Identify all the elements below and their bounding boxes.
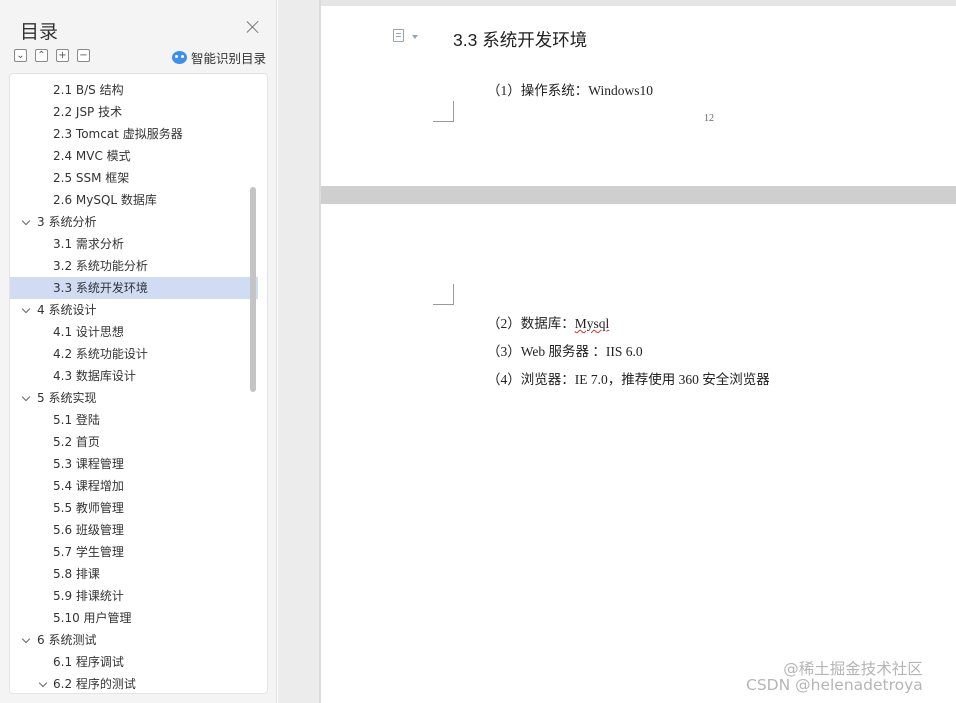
toc-item-label: 5.1 登陆 bbox=[53, 413, 100, 427]
close-icon[interactable] bbox=[246, 20, 260, 34]
toc-item-label: 2.4 MVC 模式 bbox=[53, 149, 131, 163]
toc-item[interactable]: 3 系统分析 bbox=[10, 211, 258, 233]
toc-item[interactable]: 5.3 课程管理 bbox=[10, 453, 258, 475]
toc-item[interactable]: 6 系统测试 bbox=[10, 629, 258, 651]
toc-item-label: 2.6 MySQL 数据库 bbox=[53, 193, 157, 207]
toc-item-label: 5.4 课程增加 bbox=[53, 479, 124, 493]
chevron-down-icon[interactable] bbox=[21, 304, 31, 314]
toc-item[interactable]: 4.2 系统功能设计 bbox=[10, 343, 258, 365]
toc-item[interactable]: 6.1 程序调试 bbox=[10, 651, 258, 673]
os-paragraph: （1）操作系统：Windows10 bbox=[487, 83, 653, 98]
toc-item[interactable]: 4.3 数据库设计 bbox=[10, 365, 258, 387]
toc-item[interactable]: 5.7 学生管理 bbox=[10, 541, 258, 563]
toc-item-label: 2.2 JSP 技术 bbox=[53, 105, 123, 119]
toc-item-label: 5.5 教师管理 bbox=[53, 501, 124, 515]
toc-item[interactable]: 5.4 课程增加 bbox=[10, 475, 258, 497]
toc-item-label: 4.2 系统功能设计 bbox=[53, 347, 148, 361]
toc-panel: 2.1 B/S 结构 2.2 JSP 技术 2.3 Tomcat 虚拟服务器 2.4 … bbox=[9, 73, 268, 694]
toc-item-label: 3.3 系统开发环境 bbox=[53, 281, 148, 295]
toc-item-label: 6.2 程序的测试 bbox=[53, 677, 136, 691]
collapse-all-icon[interactable]: ⌄ bbox=[14, 49, 27, 62]
remove-entry-icon[interactable]: − bbox=[77, 49, 90, 62]
toc-item-label: 5.2 首页 bbox=[53, 435, 100, 449]
page-number: 12 bbox=[704, 113, 714, 124]
page-break bbox=[321, 186, 956, 204]
toc-item[interactable]: 2.2 JSP 技术 bbox=[10, 101, 258, 123]
document-page-13: （2）数据库：Mysql （3）Web 服务器 ：IIS 6.0 （4）浏览器：… bbox=[321, 204, 956, 703]
toc-item[interactable]: 2.1 B/S 结构 bbox=[10, 79, 258, 101]
toc-item[interactable]: 5.9 排课统计 bbox=[10, 585, 258, 607]
toc-toolbar: ⌄ ⌃ + − bbox=[14, 49, 90, 62]
smart-toc-icon bbox=[172, 51, 187, 64]
section-heading: 3.3 系统开发环境 bbox=[453, 30, 588, 50]
toc-item[interactable]: 5.2 首页 bbox=[10, 431, 258, 453]
document-page-12: 3.3 系统开发环境 （1）操作系统：Windows10 12 bbox=[321, 6, 956, 186]
database-label: （2）数据库： bbox=[487, 316, 575, 331]
toc-item-label: 3 系统分析 bbox=[37, 215, 97, 229]
toc-item-label: 4 系统设计 bbox=[37, 303, 97, 317]
toc-item-label: 5.3 课程管理 bbox=[53, 457, 124, 471]
watermark-line-1: @稀土掘金技术社区 bbox=[783, 660, 923, 678]
smart-toc-button[interactable]: 智能识别目录 bbox=[172, 48, 266, 67]
toc-list: 2.1 B/S 结构 2.2 JSP 技术 2.3 Tomcat 虚拟服务器 2.4 … bbox=[10, 79, 258, 693]
chevron-down-icon[interactable] bbox=[21, 392, 31, 402]
chevron-down-icon[interactable] bbox=[21, 216, 31, 226]
toc-item-label: 6 系统测试 bbox=[37, 633, 97, 647]
margin-corner-mark bbox=[433, 284, 454, 305]
toc-item-label: 5.10 用户管理 bbox=[53, 611, 132, 625]
toc-item[interactable]: 2.5 SSM 框架 bbox=[10, 167, 258, 189]
toc-item[interactable]: 3.3 系统开发环境 bbox=[10, 277, 258, 299]
database-paragraph: （2）数据库：Mysql bbox=[487, 312, 609, 332]
toc-item[interactable]: 5.1 登陆 bbox=[10, 409, 258, 431]
watermark: @稀土掘金技术社区 CSDN @helenadetroya bbox=[746, 661, 923, 693]
toc-item[interactable]: 5.5 教师管理 bbox=[10, 497, 258, 519]
toc-item[interactable]: 3.2 系统功能分析 bbox=[10, 255, 258, 277]
toc-item[interactable]: 5 系统实现 bbox=[10, 387, 258, 409]
toc-item[interactable]: 2.3 Tomcat 虚拟服务器 bbox=[10, 123, 258, 145]
toc-item-label: 5.9 排课统计 bbox=[53, 589, 124, 603]
toc-item-label: 5.7 学生管理 bbox=[53, 545, 124, 559]
workspace-gutter bbox=[278, 0, 321, 703]
toc-scrollbar[interactable] bbox=[250, 187, 256, 392]
toc-item[interactable]: 2.6 MySQL 数据库 bbox=[10, 189, 258, 211]
smart-toc-label: 智能识别目录 bbox=[191, 51, 267, 66]
toc-item-label: 6.1 程序调试 bbox=[53, 655, 124, 669]
toc-sidebar: 目录 ⌄ ⌃ + − 智能识别目录 2.1 B/S 结构 2.2 JSP 技术 2.… bbox=[0, 0, 277, 703]
toc-item[interactable]: 4 系统设计 bbox=[10, 299, 258, 321]
chevron-down-icon[interactable] bbox=[38, 678, 48, 688]
toc-item-label: 5 系统实现 bbox=[37, 391, 97, 405]
browser-paragraph: （4）浏览器：IE 7.0，推荐使用 360 安全浏览器 bbox=[487, 372, 770, 387]
toc-item[interactable]: 3.1 需求分析 bbox=[10, 233, 258, 255]
toc-item-label: 5.8 排课 bbox=[53, 567, 100, 581]
add-entry-icon[interactable]: + bbox=[56, 49, 69, 62]
toc-item[interactable]: 5.8 排课 bbox=[10, 563, 258, 585]
toc-item-label: 2.5 SSM 框架 bbox=[53, 171, 130, 185]
toc-item-label: 3.1 需求分析 bbox=[53, 237, 124, 251]
document-area: 3.3 系统开发环境 （1）操作系统：Windows10 12 （2）数据库：M… bbox=[321, 0, 956, 703]
toc-item[interactable]: 4.1 设计思想 bbox=[10, 321, 258, 343]
toc-item[interactable]: 5.10 用户管理 bbox=[10, 607, 258, 629]
spellcheck-word[interactable]: Mysql bbox=[575, 316, 610, 331]
toc-item-label: 4.3 数据库设计 bbox=[53, 369, 136, 383]
toc-item-label: 3.2 系统功能分析 bbox=[53, 259, 148, 273]
toc-item-label: 2.3 Tomcat 虚拟服务器 bbox=[53, 127, 183, 141]
watermark-line-2: CSDN @helenadetroya bbox=[746, 676, 923, 694]
margin-corner-mark bbox=[433, 101, 454, 122]
chevron-down-icon[interactable] bbox=[412, 35, 418, 39]
toc-item-label: 5.6 班级管理 bbox=[53, 523, 124, 537]
web-server-paragraph: （3）Web 服务器 ：IIS 6.0 bbox=[487, 344, 643, 359]
expand-all-icon[interactable]: ⌃ bbox=[35, 49, 48, 62]
toc-item[interactable]: 2.4 MVC 模式 bbox=[10, 145, 258, 167]
sidebar-title: 目录 bbox=[20, 21, 59, 43]
toc-item[interactable]: 6.2 程序的测试 bbox=[10, 673, 258, 693]
toc-item-label: 2.1 B/S 结构 bbox=[53, 83, 124, 97]
toc-item[interactable]: 5.6 班级管理 bbox=[10, 519, 258, 541]
toc-item-label: 4.1 设计思想 bbox=[53, 325, 124, 339]
paragraph-format-icon[interactable] bbox=[393, 29, 404, 42]
chevron-down-icon[interactable] bbox=[21, 634, 31, 644]
